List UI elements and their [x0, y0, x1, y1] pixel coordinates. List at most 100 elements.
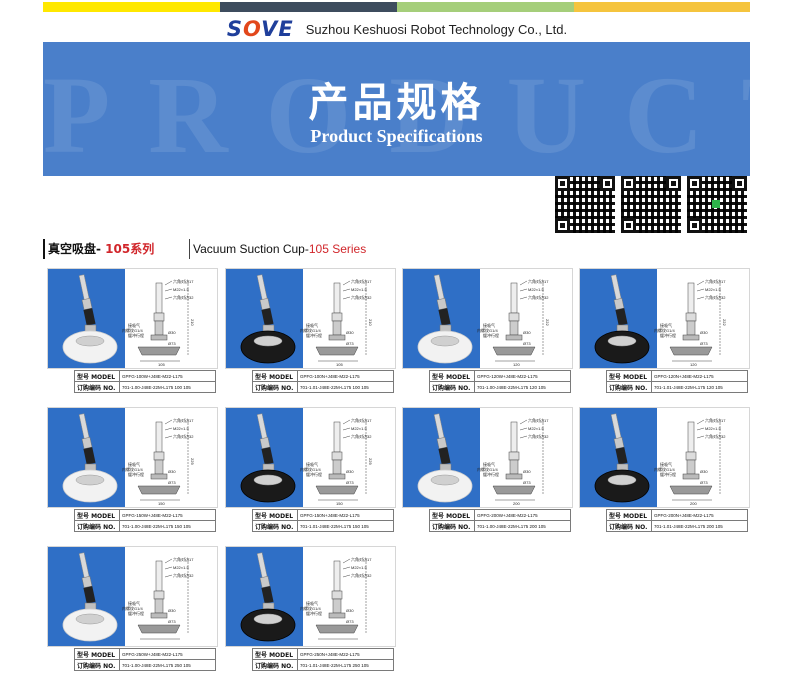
drawing-dimension-height: 229 [190, 458, 195, 465]
drawing-label: Ø30 [523, 330, 531, 335]
drawing-label: 六角对边17 [173, 417, 194, 423]
spec-table: 型号 MODEL GPFG-200W+J48E-M22-L175 订购编码 NO. 7… [429, 509, 571, 532]
drawing-label: M22×1.5 [173, 426, 189, 431]
product-card: 六角对边17 M22×1.5 六角对边32 接吸气 内螺纹G1/4 缓冲行程 Ø30 Ø73 1… [47, 268, 218, 394]
drawing-label: Ø30 [168, 330, 176, 335]
drawing-dimension-width: 120 [690, 362, 697, 367]
product-image: 六角对边17 M22×1.5 六角对边32 接吸气 内螺纹G1/4 缓冲行程 Ø30 Ø73 1… [402, 268, 573, 369]
drawing-label: 六角对边32 [351, 294, 372, 300]
spec-key: 订购编码 NO. [74, 520, 120, 532]
drawing-dimension-height: 210 [190, 319, 195, 326]
drawing-label: 缓冲行程 [128, 610, 144, 616]
spec-table: 型号 MODEL GPFG-100N+J48E-M22-L175 订购编码 NO. 7… [252, 370, 394, 393]
drawing-label: 缓冲行程 [306, 610, 322, 616]
drawing-label: 六角对边32 [351, 572, 372, 578]
spec-table: 型号 MODEL GPFG-100W+J48E-M22-L175 订购编码 NO. 7… [74, 370, 216, 393]
suction-cup-figure: 六角对边17M22×1.5六角对边32接吸气内螺纹G1/4缓冲行程Ø30Ø731… [240, 413, 373, 506]
drawing-label: 六角对边17 [173, 278, 194, 284]
model-row: 型号 MODEL GPFG-120W+J48E-M22-L175 [429, 370, 571, 382]
drawing-dimension-width: 120 [513, 362, 520, 367]
drawing-dimension-width: 200 [690, 501, 697, 506]
drawing-dimension-width: 150 [336, 501, 343, 506]
suction-cup-figure: 六角对边17M22×1.5六角对边32接吸气内螺纹G1/4缓冲行程Ø30Ø732… [417, 413, 549, 506]
spec-key: 订购编码 NO. [429, 520, 475, 532]
order-no-row: 订购编码 NO. 701-1.01-J48E-22M-L175 250 105 [252, 659, 394, 671]
spec-key: 订购编码 NO. [252, 659, 298, 671]
technical-drawing [669, 280, 721, 362]
suction-cup-photo [240, 274, 296, 364]
spec-value: 701-1.00-J48E-22M-L175 120 105 [474, 381, 571, 393]
top-bar-yellow [43, 2, 220, 12]
drawing-label: Ø30 [346, 330, 354, 335]
drawing-label: 六角对边32 [705, 294, 726, 300]
qr-code-icon[interactable] [555, 176, 615, 233]
drawing-label: Ø73 [346, 341, 354, 346]
technical-drawing [137, 280, 189, 362]
suction-cup-figure: 六角对边17M22×1.5六角对边32接吸气内螺纹G1/4缓冲行程Ø30Ø731… [594, 274, 727, 367]
spec-value: GPFG-150N+J48E-M22-L175 [297, 509, 394, 521]
spec-key: 型号 MODEL [252, 648, 298, 660]
drawing-label: 六角对边17 [173, 556, 194, 562]
spec-table: 型号 MODEL GPFG-200N+J48E-M22-L175 订购编码 NO. 7… [606, 509, 748, 532]
order-no-row: 订购编码 NO. 701-1.01-J48E-22M-L175 100 105 [252, 381, 394, 393]
technical-drawing [492, 419, 544, 501]
suction-cup-photo [62, 274, 118, 364]
product-card: 六角对边17 M22×1.5 六角对边32 接吸气 内螺纹G1/4 缓冲行程 Ø30 Ø73 1… [402, 268, 573, 394]
series-title-en: Vacuum Suction Cup-105 Series [189, 239, 366, 259]
drawing-dimension-width: 105 [336, 362, 343, 367]
product-card: 六角对边17 M22×1.5 六角对边32 接吸气 内螺纹G1/4 缓冲行程 Ø30 Ø73 型… [225, 546, 396, 672]
spec-value: GPFG-100N+J48E-M22-L175 [297, 370, 394, 382]
spec-banner: PRODUCT 产品规格 Product Specifications [43, 42, 750, 176]
qr-code-icon[interactable] [687, 176, 747, 233]
drawing-label: Ø30 [168, 469, 176, 474]
drawing-label: 六角对边17 [705, 417, 726, 423]
drawing-label: 缓冲行程 [128, 332, 144, 338]
product-image: 六角对边17 M22×1.5 六角对边32 接吸气 内螺纹G1/4 缓冲行程 Ø30 Ø73 [225, 546, 396, 647]
product-image: 六角对边17 M22×1.5 六角对边32 接吸气 内螺纹G1/4 缓冲行程 Ø30 Ø73 1… [225, 268, 396, 369]
order-no-row: 订购编码 NO. 701-1.00-J48E-22M-L175 100 105 [74, 381, 216, 393]
drawing-label: 六角对边32 [173, 572, 194, 578]
series-title-cn: 真空吸盘- 105系列 [43, 239, 154, 259]
drawing-label: 缓冲行程 [660, 471, 676, 477]
spec-key: 订购编码 NO. [252, 520, 298, 532]
spec-key: 订购编码 NO. [252, 381, 298, 393]
spec-key: 订购编码 NO. [606, 381, 652, 393]
suction-cup-photo [62, 552, 118, 642]
top-color-bar [43, 2, 750, 12]
banner-title: 产品规格 [308, 80, 485, 126]
spec-key: 订购编码 NO. [74, 381, 120, 393]
spec-key: 型号 MODEL [429, 509, 475, 521]
drawing-label: Ø30 [346, 469, 354, 474]
order-no-row: 订购编码 NO. 701-1.01-J48E-22M-L175 120 105 [606, 381, 748, 393]
drawing-label: 六角对边17 [351, 278, 372, 284]
suction-cup-figure: 六角对边17M22×1.5六角对边32接吸气内螺纹G1/4缓冲行程Ø30Ø73 [62, 552, 194, 642]
spec-value: GPFG-100W+J48E-M22-L175 [119, 370, 216, 382]
spec-value: GPFG-120W+J48E-M22-L175 [474, 370, 571, 382]
top-bar-green [397, 2, 574, 12]
company-header: SOVE Suzhou Keshuosi Robot Technology Co… [0, 17, 794, 41]
drawing-dimension-height: 222 [722, 319, 727, 326]
drawing-dimension-width: 150 [158, 501, 165, 506]
order-no-row: 订购编码 NO. 701-1.00-J48E-22M-L175 150 105 [74, 520, 216, 532]
drawing-label: M22×1.5 [705, 287, 721, 292]
spec-value: 701-1.00-J48E-22M-L175 100 105 [119, 381, 216, 393]
product-card: 六角对边17 M22×1.5 六角对边32 接吸气 内螺纹G1/4 缓冲行程 Ø30 Ø73 2… [402, 407, 573, 533]
drawing-label: 缓冲行程 [128, 471, 144, 477]
technical-drawing [137, 558, 189, 640]
spec-key: 型号 MODEL [74, 648, 120, 660]
technical-drawing [315, 280, 367, 362]
spec-table: 型号 MODEL GPFG-120W+J48E-M22-L175 订购编码 NO. 7… [429, 370, 571, 393]
model-row: 型号 MODEL GPFG-250N+J48E-M22-L175 [252, 648, 394, 660]
drawing-label: 六角对边17 [528, 417, 549, 423]
drawing-label: 六角对边17 [351, 556, 372, 562]
drawing-label: M22×1.5 [351, 287, 367, 292]
spec-key: 订购编码 NO. [606, 520, 652, 532]
suction-cup-photo [62, 413, 118, 503]
drawing-label: 六角对边17 [528, 278, 549, 284]
spec-value: GPFG-200N+J48E-M22-L175 [651, 509, 748, 521]
drawing-label: M22×1.5 [173, 565, 189, 570]
order-no-row: 订购编码 NO. 701-1.00-J48E-22M-L175 250 105 [74, 659, 216, 671]
top-bar-slate [220, 2, 397, 12]
qr-code-icon[interactable] [621, 176, 681, 233]
model-row: 型号 MODEL GPFG-200W+J48E-M22-L175 [429, 509, 571, 521]
